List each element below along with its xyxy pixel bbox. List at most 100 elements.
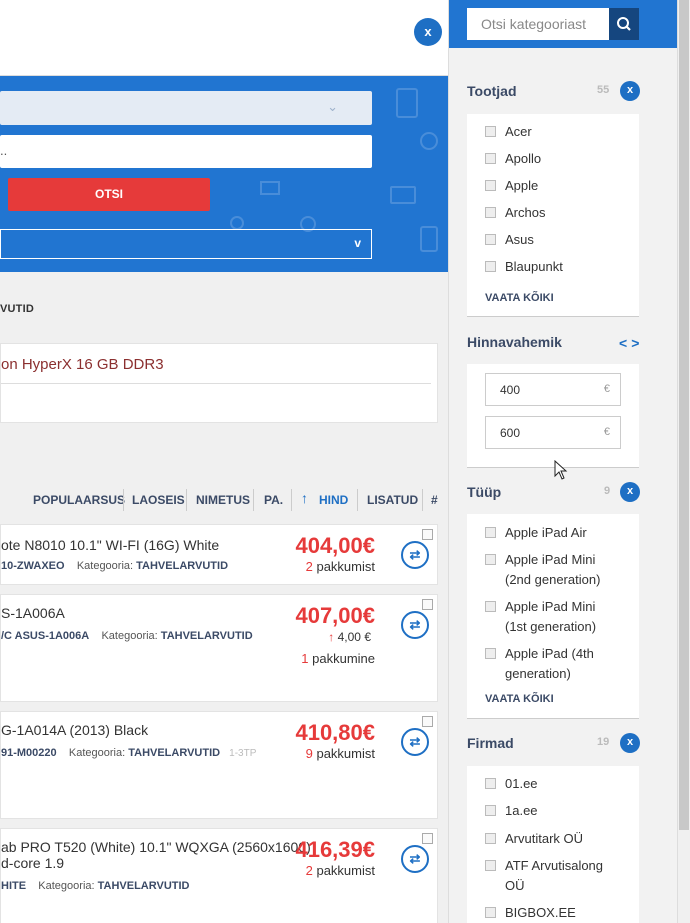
- compare-checkbox[interactable]: [422, 716, 433, 727]
- phone-doodle-icon: [420, 226, 438, 252]
- option-label: Apple iPad (4th: [505, 646, 594, 661]
- currency-symbol: €: [603, 383, 610, 395]
- breadcrumb[interactable]: VUTID: [0, 303, 34, 315]
- manufacturers-clear-button[interactable]: x: [620, 81, 640, 101]
- offers-count[interactable]: 9 pakkumist: [306, 746, 375, 761]
- product-category-link[interactable]: TAHVELARVUTID: [128, 747, 220, 759]
- type-clear-button[interactable]: x: [620, 482, 640, 502]
- product-tag: 1-3TP: [229, 748, 257, 759]
- product-name[interactable]: S-1A006A: [1, 603, 65, 623]
- compare-icon[interactable]: ⇄: [401, 728, 429, 756]
- scrollbar-thumb[interactable]: [679, 0, 689, 830]
- envelope-doodle-icon: [260, 181, 280, 195]
- category-search-input[interactable]: Otsi kategooriast: [467, 8, 609, 40]
- product-category-link[interactable]: TAHVELARVUTID: [161, 630, 253, 642]
- offers-number: 2: [305, 863, 313, 878]
- tablet-doodle-icon: [396, 88, 418, 118]
- compare-checkbox[interactable]: [422, 529, 433, 540]
- checkbox[interactable]: [485, 554, 496, 565]
- firms-clear-button[interactable]: x: [620, 733, 640, 753]
- firms-list: 01.ee 1a.ee Arvutitark OÜ ATF Arvutisalo…: [467, 766, 639, 923]
- price-min-input[interactable]: 400 €: [485, 373, 621, 406]
- sort-price[interactable]: HIND: [319, 493, 348, 507]
- sort-bar: POPULAARSUS LAOSEIS NIMETUS PA. ↑ HIND L…: [0, 484, 448, 516]
- compare-checkbox[interactable]: [422, 599, 433, 610]
- checkbox[interactable]: [485, 805, 496, 816]
- sort-name[interactable]: NIMETUS: [196, 493, 250, 507]
- compare-icon[interactable]: ⇄: [401, 845, 429, 873]
- product-name[interactable]: G-1A014A (2013) Black: [1, 720, 148, 740]
- scrollbar[interactable]: [677, 0, 690, 923]
- search-input[interactable]: ..: [0, 135, 372, 168]
- sort-arrow-up-icon: ↑: [301, 490, 308, 506]
- divider: [123, 489, 124, 511]
- option-label: Apple iPad Air: [505, 525, 587, 540]
- chevron-left-icon[interactable]: <: [619, 335, 631, 351]
- price-min-value: 400: [500, 383, 521, 397]
- manufacturers-see-all-link[interactable]: VAATA KÕIKI: [485, 292, 554, 304]
- selected-filter-title[interactable]: on HyperX 16 GB DDR3: [1, 356, 164, 373]
- price-max-input[interactable]: 600 €: [485, 416, 621, 449]
- compare-checkbox[interactable]: [422, 833, 433, 844]
- checkbox[interactable]: [485, 778, 496, 789]
- product-price: 410,80€: [295, 720, 375, 745]
- manufacturers-list: Acer Apollo Apple Archos Asus Blaupunkt …: [467, 114, 639, 317]
- checkbox[interactable]: [485, 180, 496, 191]
- chevron-right-icon[interactable]: >: [631, 335, 643, 351]
- option-label: Apple: [505, 178, 539, 193]
- search-button[interactable]: OTSI: [8, 178, 210, 211]
- price-change: 4,00 €: [337, 630, 371, 644]
- sort-pa[interactable]: PA.: [264, 493, 283, 507]
- category-search: Otsi kategooriast: [449, 0, 657, 48]
- product-code: HITE: [1, 880, 27, 892]
- close-panel-button[interactable]: x: [414, 18, 442, 46]
- firms-title: Firmad: [467, 735, 514, 751]
- product-category-link[interactable]: TAHVELARVUTID: [136, 560, 228, 572]
- checkbox[interactable]: [485, 907, 496, 918]
- search-input-value: ..: [0, 143, 8, 158]
- search-panel: ⌄ .. OTSI v: [0, 76, 448, 272]
- checkbox[interactable]: [485, 261, 496, 272]
- type-see-all-link[interactable]: VAATA KÕIKI: [485, 693, 554, 705]
- sort-stock[interactable]: LAOSEIS: [132, 493, 185, 507]
- product-category-link[interactable]: TAHVELARVUTID: [98, 880, 190, 892]
- offers-count[interactable]: 2 pakkumist: [306, 559, 375, 574]
- product-code: 10-ZWAXEO: [1, 560, 65, 572]
- category-label: Kategooria:: [101, 630, 158, 642]
- checkbox[interactable]: [485, 126, 496, 137]
- monitor-doodle-icon: [390, 186, 416, 204]
- checkbox[interactable]: [485, 207, 496, 218]
- option-label-line2: generation): [505, 666, 571, 681]
- top-panel: x: [0, 0, 448, 76]
- search-dropdown[interactable]: ⌄: [0, 91, 372, 125]
- divider: [186, 489, 187, 511]
- product-card[interactable]: S-1A006A /C ASUS-1A006A Kategooria: TAHV…: [0, 594, 438, 702]
- compare-icon[interactable]: ⇄: [401, 541, 429, 569]
- offers-count[interactable]: 2 pakkumist: [306, 863, 375, 878]
- offers-count[interactable]: 1 pakkumine: [301, 651, 375, 666]
- checkbox[interactable]: [485, 860, 496, 871]
- checkbox[interactable]: [485, 153, 496, 164]
- sort-number[interactable]: #: [431, 493, 438, 507]
- sort-added[interactable]: LISATUD: [367, 493, 418, 507]
- product-card[interactable]: G-1A014A (2013) Black 91-M00220 Kategoor…: [0, 711, 438, 819]
- checkbox[interactable]: [485, 601, 496, 612]
- checkbox[interactable]: [485, 234, 496, 245]
- offers-word: pakkumist: [316, 863, 375, 878]
- compare-icon[interactable]: ⇄: [401, 611, 429, 639]
- category-select[interactable]: v: [0, 229, 372, 259]
- type-count: 9: [604, 485, 611, 497]
- checkbox[interactable]: [485, 527, 496, 538]
- product-name-line2[interactable]: d-core 1.9: [1, 853, 64, 873]
- product-card[interactable]: ab PRO T520 (White) 10.1" WQXGA (2560x16…: [0, 828, 438, 923]
- product-price: 404,00€: [295, 533, 375, 558]
- checkbox[interactable]: [485, 833, 496, 844]
- price-range-arrows[interactable]: <>: [619, 335, 643, 351]
- product-meta: /C ASUS-1A006A Kategooria: TAHVELARVUTID: [1, 630, 253, 642]
- product-card[interactable]: ote N8010 10.1" WI-FI (16G) White 10-ZWA…: [0, 524, 438, 585]
- product-name[interactable]: ote N8010 10.1" WI-FI (16G) White: [1, 535, 219, 555]
- category-search-button[interactable]: [609, 8, 639, 40]
- checkbox[interactable]: [485, 648, 496, 659]
- product-meta: 91-M00220 Kategooria: TAHVELARVUTID 1-3T…: [1, 747, 256, 759]
- sort-popularity[interactable]: POPULAARSUS: [33, 493, 125, 507]
